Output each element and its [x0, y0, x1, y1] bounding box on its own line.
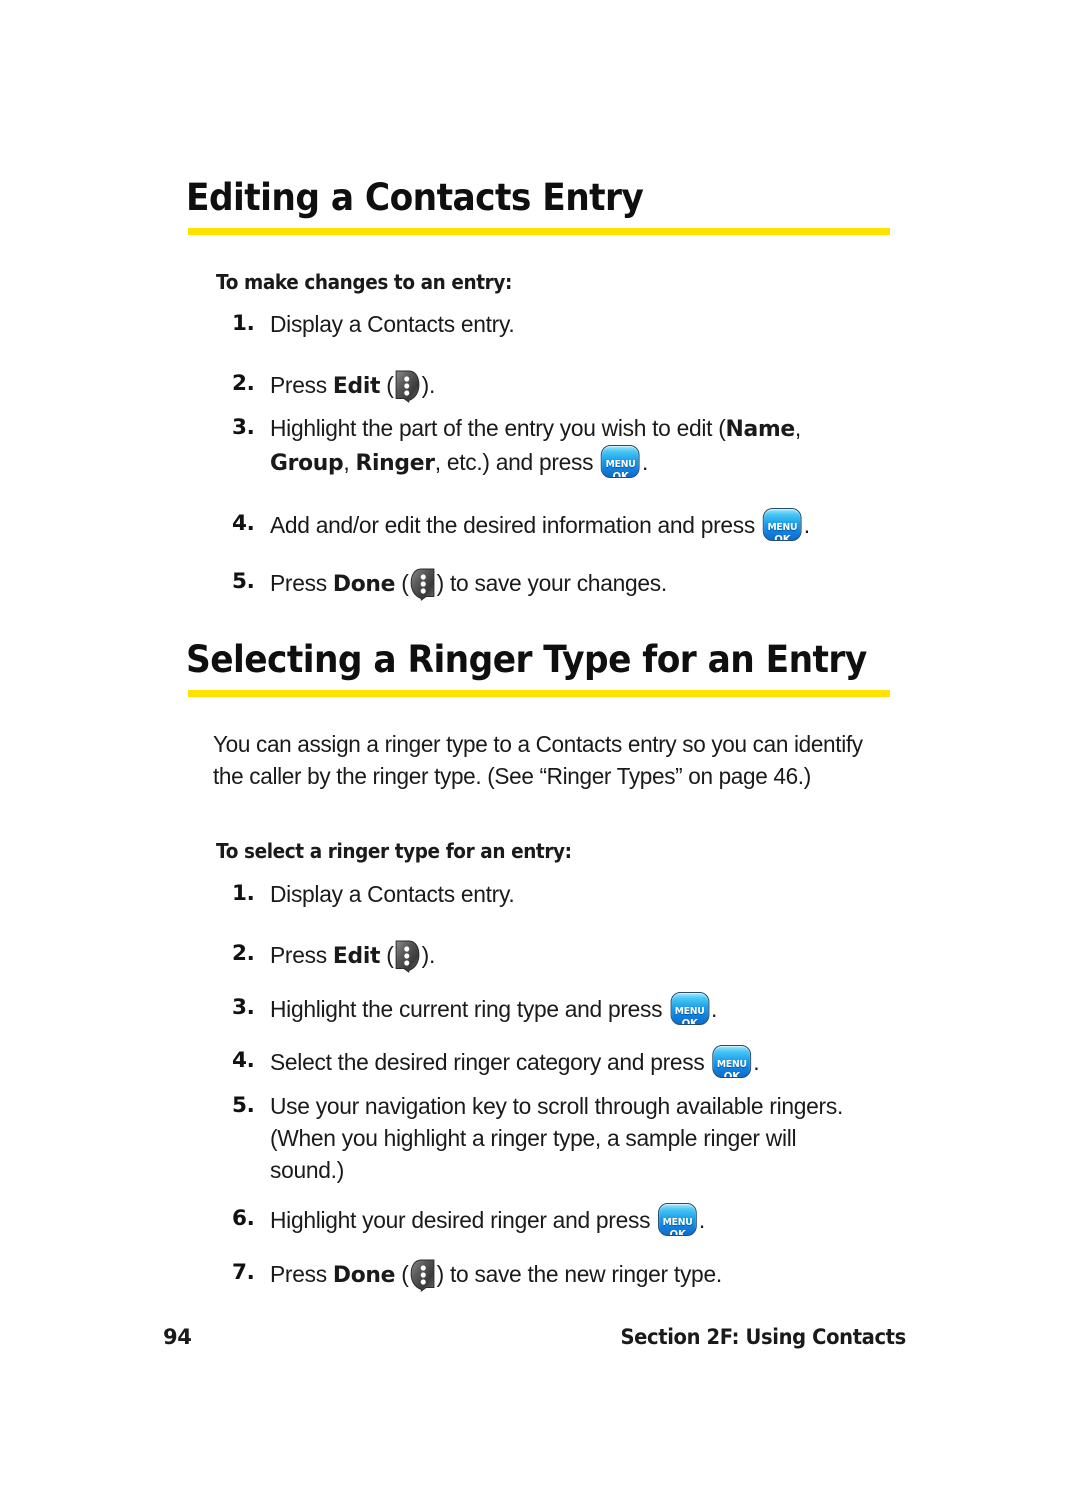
step-bold-name: Name [725, 416, 796, 442]
step-bold-label: Edit [332, 943, 381, 969]
menu-ok-bottom-label: OK [774, 534, 791, 541]
list-item: 3. Highlight the part of the entry you w… [232, 412, 902, 479]
step-text: Select the desired ringer category and p… [270, 1045, 893, 1078]
step-text-part: . [753, 1049, 760, 1075]
step-text: Press Edit (). [270, 368, 873, 404]
step-bold-label: Done [332, 1262, 396, 1288]
step-text-part: , [343, 449, 356, 475]
step-text-part: Press [270, 372, 333, 398]
step-text-part: ( [395, 570, 409, 596]
step-text: Add and/or edit the desired information … [270, 508, 893, 541]
step-text-part: , [794, 415, 801, 441]
step-text-part: Highlight the current ring type and pres… [270, 996, 669, 1022]
list-item: 4. Select the desired ringer category an… [232, 1045, 912, 1078]
step-text-part: ( [380, 372, 394, 398]
section-heading-selecting-ringer: Selecting a Ringer Type for an Entry [186, 638, 867, 681]
step-text-part: Highlight your desired ringer and press [270, 1207, 657, 1233]
step-number: 4. [232, 1048, 255, 1073]
step-text: Press Edit (). [270, 938, 873, 974]
step-text-part: Press [270, 942, 333, 968]
heading-rule-1 [188, 228, 890, 235]
footer-page-number: 94 [163, 1325, 192, 1349]
step-bold-label: Done [332, 571, 396, 597]
ringer-intro-paragraph: You can assign a ringer type to a Contac… [213, 731, 863, 789]
step-text-part: ( [395, 1261, 409, 1287]
step-text-part: Press [270, 1261, 333, 1287]
step-bold-ringer: Ringer [355, 450, 435, 476]
step-text-part: ). [421, 942, 436, 968]
step-text: Highlight your desired ringer and press … [270, 1203, 893, 1236]
step-text: Use your navigation key to scroll throug… [270, 1090, 854, 1186]
menu-ok-bottom-label: OK [612, 471, 629, 478]
step-text-part: Press [270, 570, 333, 596]
section-heading-editing-contacts: Editing a Contacts Entry [186, 176, 644, 219]
step-number: 7. [232, 1260, 255, 1285]
step-text-part: ) to save your changes. [436, 570, 668, 596]
menu-ok-bottom-label: OK [681, 1018, 698, 1025]
menu-ok-key-icon: MENU OK [763, 508, 802, 541]
step-number: 5. [232, 569, 255, 594]
list-item: 1. Display a Contacts entry. [232, 878, 892, 910]
softkey-edit-icon [394, 368, 420, 404]
step-text-part: Display a Contacts entry. [270, 311, 515, 337]
list-item: 5. Press Done ( ) to save your changes. [232, 566, 892, 602]
step-number: 2. [232, 941, 255, 966]
heading-rule-2 [188, 690, 890, 697]
menu-ok-key-icon: MENU OK [601, 445, 641, 478]
step-text: Press Done ( ) to save your changes. [270, 566, 873, 602]
step-text-part: Use your navigation key to scroll throug… [270, 1093, 843, 1183]
menu-ok-bottom-label: OK [669, 1229, 686, 1236]
softkey-done-icon [409, 1257, 435, 1293]
step-bold-label: Edit [332, 373, 381, 399]
list-item: 7. Press Done ( ) to save the new ringer … [232, 1257, 912, 1293]
step-text: Display a Contacts entry. [270, 878, 873, 910]
menu-ok-key-icon: MENU OK [658, 1203, 697, 1236]
manual-page: Editing a Contacts Entry To make changes… [0, 0, 1080, 1512]
step-number: 4. [232, 511, 255, 536]
step-text-part: . [641, 449, 649, 475]
step-number: 2. [232, 371, 255, 396]
step-text: Press Done ( ) to save the new ringer typ… [270, 1257, 893, 1293]
step-text-part: ). [421, 372, 436, 398]
step-text-part: ) to save the new ringer type. [436, 1261, 723, 1287]
menu-ok-key-icon: MENU OK [670, 992, 710, 1025]
step-text-part: ( [380, 942, 394, 968]
list-item: 3. Highlight the current ring type and p… [232, 992, 912, 1025]
list-item: 1. Display a Contacts entry. [232, 308, 892, 340]
footer-section-label: Section 2F: Using Contacts [620, 1325, 907, 1349]
step-text-part: Highlight the part of the entry you wish… [270, 415, 726, 441]
step-text: Highlight the part of the entry you wish… [270, 412, 883, 479]
subheading-to-make-changes: To make changes to an entry: [216, 270, 512, 294]
step-text-part: . [803, 512, 810, 538]
step-text-part: Add and/or edit the desired information … [270, 512, 762, 538]
step-text-part: , etc.) and press [434, 449, 600, 475]
softkey-edit-icon [394, 938, 420, 974]
step-number: 1. [232, 881, 255, 906]
step-text-part: . [698, 1207, 705, 1233]
list-item: 2. Press Edit (). [232, 368, 892, 404]
softkey-done-icon [409, 566, 435, 602]
step-text-part: Select the desired ringer category and p… [270, 1049, 711, 1075]
menu-ok-bottom-label: OK [723, 1071, 740, 1078]
step-number: 5. [232, 1093, 255, 1118]
step-bold-group: Group [270, 450, 344, 476]
list-item: 4. Add and/or edit the desired informati… [232, 508, 912, 541]
subheading-to-select-ringer: To select a ringer type for an entry: [216, 839, 572, 863]
step-number: 3. [232, 995, 255, 1020]
list-item: 5. Use your navigation key to scroll thr… [232, 1090, 872, 1186]
step-number: 1. [232, 311, 255, 336]
list-item: 6. Highlight your desired ringer and pre… [232, 1203, 912, 1236]
menu-ok-key-icon: MENU OK [712, 1045, 752, 1078]
step-text-part: . [711, 996, 718, 1022]
step-text: Display a Contacts entry. [270, 308, 873, 340]
step-text: Highlight the current ring type and pres… [270, 992, 893, 1025]
step-text-part: Display a Contacts entry. [270, 881, 515, 907]
step-number: 3. [232, 415, 255, 440]
step-number: 6. [232, 1206, 255, 1231]
list-item: 2. Press Edit (). [232, 938, 892, 974]
